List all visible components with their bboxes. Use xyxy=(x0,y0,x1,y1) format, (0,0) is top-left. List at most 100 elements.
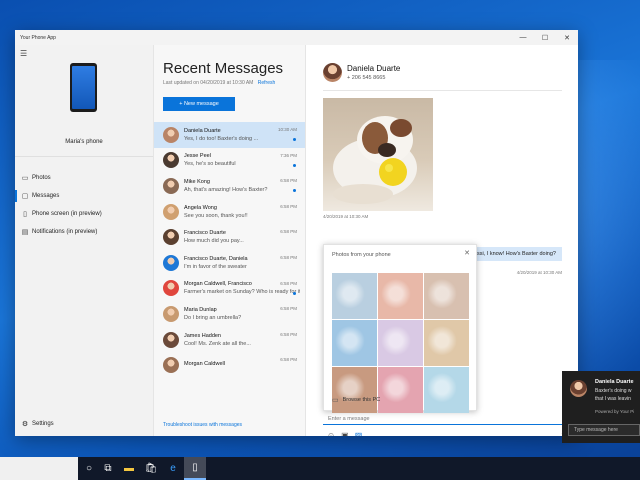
conversation-time: 6:58 PM xyxy=(280,203,297,209)
conversation-item[interactable]: Maria Dunlap Do I bring an umbrella? 6:58 … xyxy=(154,301,305,327)
minimize-button[interactable]: — xyxy=(512,34,534,41)
nav-item-notifications[interactable]: ▤ Notifications (in preview) xyxy=(15,223,153,241)
avatar xyxy=(163,177,179,194)
conversation-item[interactable]: Francisco Duarte, Daniela I'm in favor of… xyxy=(154,250,305,276)
unread-indicator xyxy=(293,291,296,295)
avatar xyxy=(323,63,342,82)
conversation-item[interactable]: Daniela Duarte Yes, I do too! Baxter's do… xyxy=(154,122,305,148)
photo-thumbnail[interactable] xyxy=(332,367,377,413)
photo-thumbnail[interactable] xyxy=(424,320,469,366)
photo-thumbnail[interactable] xyxy=(378,367,423,413)
conversation-preview: Yes, I do too! Baxter's doing ... xyxy=(184,135,259,142)
nav-item-label: Photos xyxy=(32,175,51,181)
conversation-time: 6:58 PM xyxy=(280,254,297,260)
conversation-time: 10:30 AM xyxy=(277,127,297,132)
settings-label: Settings xyxy=(32,421,54,427)
title-bar: Your Phone App — ☐ ✕ xyxy=(15,30,578,45)
left-pane: ☰ Maria's phone ▭ Photos ▢ Messages ▯ Phone s… xyxy=(15,45,153,436)
conversation-preview: I'm in favor of the sweater xyxy=(184,263,247,270)
contact-phone: + 206 545 8665 xyxy=(347,75,386,81)
conversation-item[interactable]: Francisco Duarte How much did you pay... 6… xyxy=(154,224,305,250)
unread-indicator xyxy=(293,138,296,141)
refresh-link[interactable]: Refresh xyxy=(258,80,276,86)
nav-item-label: Notifications (in preview) xyxy=(32,229,98,235)
image-icon[interactable]: ▨ xyxy=(355,431,363,436)
bulldog-image xyxy=(333,116,417,204)
message-input[interactable]: Enter a message xyxy=(323,413,568,425)
photo-thumbnail[interactable] xyxy=(378,273,423,319)
dog-photo[interactable] xyxy=(323,98,433,211)
nav-item-messages[interactable]: ▢ Messages xyxy=(15,187,153,205)
toast-sender: Daniela Duarte xyxy=(595,379,634,385)
nav-item-photos[interactable]: ▭ Photos xyxy=(15,169,153,187)
toast-line-2: that I was leavin xyxy=(595,396,631,402)
conversation-item[interactable]: Jesse Peel Yes, he's so beautiful 7:36 PM xyxy=(154,148,305,174)
maximize-button[interactable]: ☐ xyxy=(534,34,556,42)
store-icon[interactable]: 🛍 xyxy=(140,457,162,480)
avatar xyxy=(163,254,179,271)
avatar xyxy=(163,203,179,220)
conversation-time: 6:58 PM xyxy=(280,229,297,235)
phone-illustration xyxy=(70,63,97,112)
taskbar-search-box[interactable] xyxy=(0,457,78,480)
troubleshoot-link[interactable]: Troubleshoot issues with messages xyxy=(163,422,242,428)
photo-grid xyxy=(332,273,469,413)
photo-thumbnail[interactable] xyxy=(332,320,377,366)
toast-reply-input[interactable]: Type message here xyxy=(568,424,640,436)
gear-icon: ⚙ xyxy=(21,421,29,428)
conversation-preview: See you soon, thank you!! xyxy=(184,212,248,219)
notification-toast[interactable]: Daniela Duarte Baxter's doing w that I w… xyxy=(562,371,640,443)
hamburger-menu-icon[interactable]: ☰ xyxy=(20,49,27,58)
conversation-header: Daniela Duarte + 206 545 8665 xyxy=(323,63,400,82)
phone-name: Maria's phone xyxy=(65,139,103,145)
gif-icon[interactable]: ▣ xyxy=(341,431,349,436)
left-divider xyxy=(15,156,153,157)
taskbar: ○ ⧉ ▬ 🛍 e ▯ xyxy=(0,457,640,480)
task-view-icon[interactable]: ⧉ xyxy=(97,457,119,480)
avatar xyxy=(163,357,179,374)
compose-tools: ☺ ▣ ▨ xyxy=(327,431,362,436)
last-updated-text: Last updated on 04/20/2019 at 10:30 AM xyxy=(163,80,254,86)
avatar xyxy=(163,229,179,246)
avatar xyxy=(163,126,179,143)
conversation-item[interactable]: Angela Wong See you soon, thank you!! 6:58… xyxy=(154,199,305,225)
emoji-icon[interactable]: ☺ xyxy=(327,431,335,436)
conversation-preview: Do I bring an umbrella? xyxy=(184,314,242,321)
conversation-time: 6:58 PM xyxy=(280,306,297,312)
edge-icon[interactable]: e xyxy=(162,457,184,480)
file-explorer-icon[interactable]: ▬ xyxy=(118,457,140,480)
your-phone-window: Your Phone App — ☐ ✕ ☰ Maria's phone ▭ Ph… xyxy=(15,30,578,436)
photo-thumbnail[interactable] xyxy=(424,273,469,319)
browse-label: Browse this PC xyxy=(342,397,381,403)
settings-item[interactable]: ⚙ Settings xyxy=(18,420,54,428)
notifications-icon: ▤ xyxy=(21,229,29,236)
nav-item-label: Messages xyxy=(32,193,60,199)
new-message-button[interactable]: + New message xyxy=(163,97,235,111)
unread-indicator xyxy=(293,163,296,167)
image-timestamp: 4/20/2019 at 10:30 AM xyxy=(323,214,369,219)
browse-pc-button[interactable]: ▭ Browse this PC xyxy=(332,396,380,404)
avatar xyxy=(163,152,179,169)
conversation-preview: Ah, that's amazing! How's Baxter? xyxy=(184,186,268,193)
conversation-preview: How much did you pay... xyxy=(184,238,244,245)
conversation-time: 6:58 PM xyxy=(280,331,297,337)
photo-picker-flyout: Photos from your phone ✕ ▭ Browse this P… xyxy=(323,244,477,413)
your-phone-icon[interactable]: ▯ xyxy=(184,457,206,480)
nav-item-phone[interactable]: ▯ Phone screen (in preview) xyxy=(15,205,153,223)
close-icon[interactable]: ✕ xyxy=(464,249,470,257)
messages-list-pane: Recent Messages Last updated on 04/20/20… xyxy=(153,45,306,436)
photo-thumbnail[interactable] xyxy=(378,320,423,366)
conversation-item[interactable]: Morgan Caldwell, Francisco Farmer's marke… xyxy=(154,276,305,302)
conversation-pane: Daniela Duarte + 206 545 8665 4/20/2019 xyxy=(306,45,578,436)
close-button[interactable]: ✕ xyxy=(556,34,578,42)
photo-thumbnail[interactable] xyxy=(332,273,377,319)
conversation-item[interactable]: Mike Kong Ah, that's amazing! How's Baxte… xyxy=(154,173,305,199)
photos-icon: ▭ xyxy=(21,175,29,182)
phone-screen-icon: ▯ xyxy=(23,211,27,218)
folder-icon: ▭ xyxy=(332,397,339,404)
conversation-item[interactable]: James Hadden Cool! Ms. Zenk ate all the..… xyxy=(154,327,305,353)
conversation-item[interactable]: Morgan Caldwell 6:58 PM xyxy=(154,352,305,378)
photo-thumbnail[interactable] xyxy=(424,367,469,413)
conversation-preview: Farmer's market on Sunday? Who is ready … xyxy=(184,289,300,296)
avatar xyxy=(163,280,179,297)
